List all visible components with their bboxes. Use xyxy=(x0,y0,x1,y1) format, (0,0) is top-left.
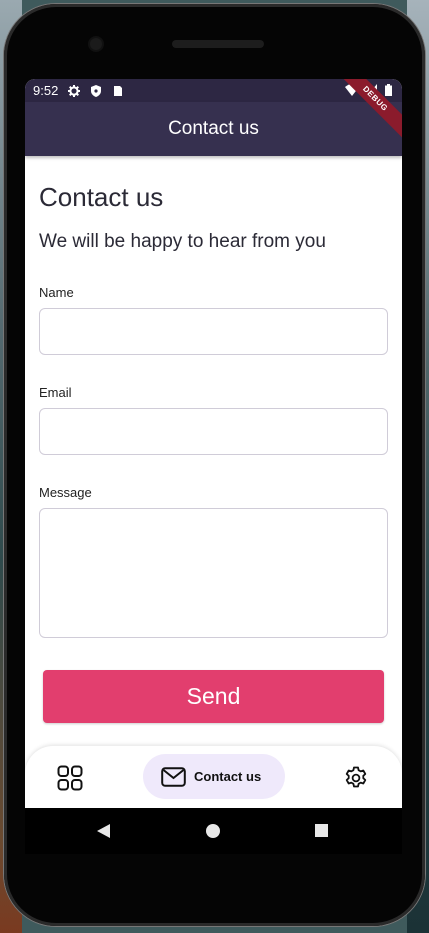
message-label: Message xyxy=(39,485,92,500)
app-bar: Contact us xyxy=(25,102,402,156)
status-time: 9:52 xyxy=(33,83,59,98)
recent-apps-icon[interactable] xyxy=(315,824,328,837)
message-field[interactable] xyxy=(39,508,388,638)
name-label: Name xyxy=(39,285,74,300)
app-screen: 9:52 Contact us DEBUG Contact us We will… xyxy=(25,79,402,808)
send-button[interactable]: Send xyxy=(43,670,384,723)
page-subtitle: We will be happy to hear from you xyxy=(39,231,326,252)
app-bar-title: Contact us xyxy=(168,118,259,139)
system-navigation-bar xyxy=(25,808,402,854)
earpiece-speaker xyxy=(172,40,264,48)
home-icon[interactable] xyxy=(206,824,220,838)
send-button-label: Send xyxy=(186,683,241,709)
sim-card-status-icon xyxy=(114,85,123,96)
front-camera xyxy=(90,38,102,50)
status-bar: 9:52 xyxy=(25,79,402,102)
mail-icon xyxy=(161,766,186,787)
battery-icon xyxy=(385,84,392,96)
nav-item-contact-us[interactable]: Contact us xyxy=(143,754,285,799)
bottom-navigation: Contact us xyxy=(25,746,402,808)
gear-icon[interactable] xyxy=(344,766,368,790)
nav-item-label: Contact us xyxy=(194,769,262,784)
shield-status-icon xyxy=(91,84,102,97)
back-icon[interactable] xyxy=(97,824,110,838)
email-label: Email xyxy=(39,385,72,400)
grid-icon[interactable] xyxy=(57,765,83,791)
page-title: Contact us xyxy=(39,182,164,212)
settings-status-icon xyxy=(68,84,81,97)
email-field[interactable] xyxy=(39,408,388,455)
name-field[interactable] xyxy=(39,308,388,355)
